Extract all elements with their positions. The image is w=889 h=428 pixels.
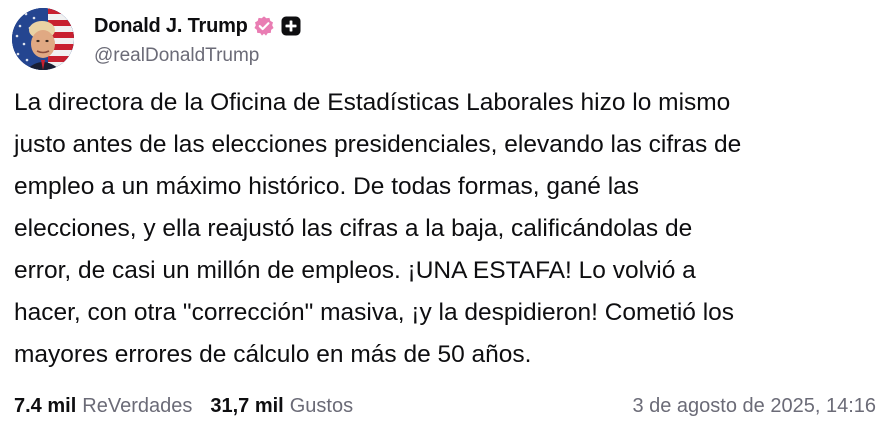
likes-stat[interactable]: 31,7 mil Gustos bbox=[210, 395, 353, 418]
post-timestamp[interactable]: 3 de agosto de 2025, 14:16 bbox=[632, 395, 876, 418]
reposts-stat[interactable]: 7.4 mil ReVerdades bbox=[14, 395, 192, 418]
handle[interactable]: @realDonaldTrump bbox=[94, 45, 301, 67]
post-text: La directora de la Oficina de Estadístic… bbox=[14, 89, 742, 368]
post-stats: 7.4 mil ReVerdades 31,7 mil Gustos 3 de … bbox=[14, 390, 876, 422]
post-header: Donald J. Trump @realDonaldTrump bbox=[12, 6, 301, 72]
verified-badge-icon bbox=[253, 15, 275, 37]
likes-count: 31,7 mil bbox=[210, 394, 284, 417]
name-row: Donald J. Trump bbox=[94, 11, 301, 41]
likes-label: Gustos bbox=[289, 394, 354, 417]
reposts-label: ReVerdades bbox=[82, 394, 193, 417]
author-identity: Donald J. Trump @realDonaldTrump bbox=[94, 11, 301, 67]
avatar[interactable] bbox=[12, 8, 74, 70]
display-name[interactable]: Donald J. Trump bbox=[94, 15, 248, 38]
plus-icon[interactable] bbox=[281, 16, 301, 36]
avatar-flag-portrait bbox=[12, 8, 74, 70]
reposts-count: 7.4 mil bbox=[14, 394, 77, 417]
